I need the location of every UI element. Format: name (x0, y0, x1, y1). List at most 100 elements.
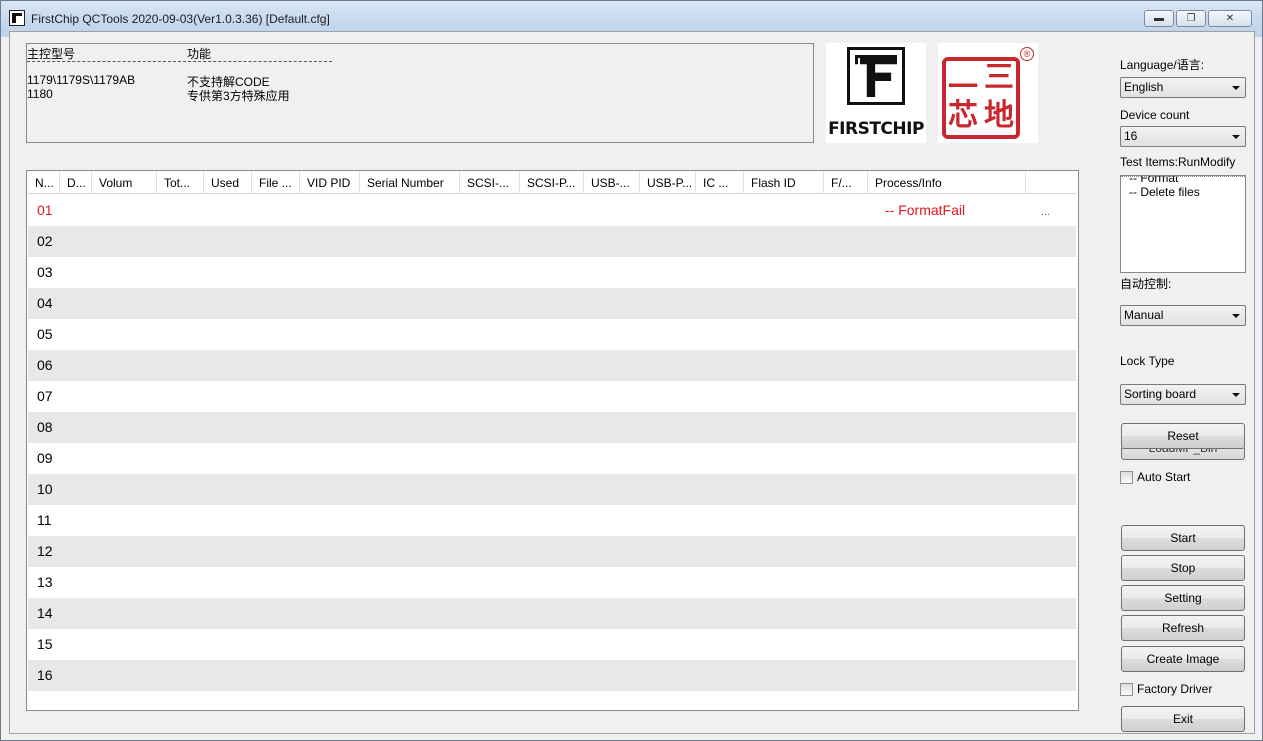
row-number: 10 (37, 481, 53, 497)
row-number: 11 (37, 512, 52, 528)
grid-header: N... D... Volum Tot... Used File ... VID PID Se… (28, 172, 1076, 194)
row-number: 07 (37, 388, 53, 404)
create-image-button[interactable]: Create Image (1121, 646, 1245, 672)
registered-icon: ® (1020, 47, 1034, 61)
column-header[interactable]: Used (204, 172, 252, 194)
column-header[interactable]: Volum (92, 172, 157, 194)
lock-type-label: Lock Type (1120, 354, 1175, 368)
column-header[interactable]: D... (60, 172, 92, 194)
row-number: 14 (37, 605, 53, 621)
refresh-button[interactable]: Refresh (1121, 615, 1245, 641)
table-row[interactable]: 05 (28, 319, 1076, 350)
seal-logo: 三 地 一 芯 ® (938, 43, 1038, 143)
info-header-model: 主控型号 (27, 47, 76, 61)
factory-driver-label: Factory Driver (1137, 682, 1213, 696)
language-select[interactable]: English (1120, 77, 1246, 98)
checkbox-icon[interactable] (1120, 682, 1133, 696)
lock-type-value: Sorting board (1124, 387, 1197, 401)
grid-rows: 01 -- FormatFail... 02 03 04 05 06 07 08 09 10 11 12… (28, 195, 1076, 691)
test-items-list[interactable]: -- Format -- Delete files (1120, 175, 1246, 273)
table-row[interactable]: 07 (28, 381, 1076, 412)
auto-start-checkbox[interactable]: Auto Start (1120, 470, 1190, 484)
test-items-label: Test Items:RunModify (1120, 155, 1236, 169)
info-row-model: 1179\1179S\1179AB (27, 73, 136, 87)
table-row[interactable]: 06 (28, 350, 1076, 381)
chevron-down-icon (1232, 86, 1240, 90)
row-number: 02 (37, 233, 53, 249)
auto-control-label: 自动控制: (1120, 277, 1172, 291)
table-row[interactable]: 11 (28, 505, 1076, 536)
app-icon (9, 10, 25, 26)
device-grid[interactable]: N... D... Volum Tot... Used File ... VID PID Se… (26, 170, 1079, 711)
auto-control-select[interactable]: Manual (1120, 305, 1246, 326)
row-extra: ... (1041, 206, 1051, 218)
table-row[interactable]: 14 (28, 598, 1076, 629)
exit-button[interactable]: Exit (1121, 706, 1245, 732)
column-header[interactable]: Tot... (157, 172, 204, 194)
firstchip-wordmark: FIRSTCHIP (828, 119, 924, 139)
table-row[interactable]: 04 (28, 288, 1076, 319)
info-row-model: 1180 (27, 87, 53, 101)
factory-driver-checkbox[interactable]: Factory Driver (1120, 682, 1212, 696)
table-row[interactable]: 12 (28, 536, 1076, 567)
device-count-select[interactable]: 16 (1120, 126, 1246, 147)
stop-button[interactable]: Stop (1121, 555, 1245, 581)
controller-info-box: 主控型号 功能 1179\1179S\1179AB 不支持解CODE 1180 … (26, 43, 814, 143)
table-row[interactable]: 01 -- FormatFail... (28, 195, 1076, 226)
table-row[interactable]: 02 (28, 226, 1076, 257)
table-row[interactable]: 13 (28, 567, 1076, 598)
row-number: 12 (37, 543, 53, 559)
info-divider (27, 61, 332, 62)
table-row[interactable]: 09 (28, 443, 1076, 474)
checkbox-icon[interactable] (1120, 470, 1133, 484)
column-header[interactable]: Serial Number (360, 172, 460, 194)
row-number: 04 (37, 295, 53, 311)
table-row[interactable]: 16 (28, 660, 1076, 691)
column-header[interactable]: File ... (252, 172, 300, 194)
column-header[interactable]: USB-... (584, 172, 640, 194)
firstchip-f-icon (847, 47, 905, 105)
seal-char: 芯 (948, 98, 978, 133)
lock-type-select[interactable]: Sorting board (1120, 384, 1246, 405)
chevron-down-icon (1232, 314, 1240, 318)
table-row[interactable]: 15 (28, 629, 1076, 660)
column-header[interactable]: IC ... (696, 172, 744, 194)
auto-control-value: Manual (1124, 308, 1164, 322)
row-number: 08 (37, 419, 53, 435)
window-controls: ▬ ❐ ✕ (1144, 10, 1252, 27)
language-value: English (1124, 80, 1164, 94)
close-button[interactable]: ✕ (1208, 10, 1252, 27)
setting-button[interactable]: Setting (1121, 585, 1245, 611)
table-row[interactable]: 08 (28, 412, 1076, 443)
row-number: 09 (37, 450, 53, 466)
list-item[interactable]: -- Delete files (1129, 185, 1245, 199)
reset-button[interactable]: Reset (1121, 423, 1245, 449)
loadmp-bin-button[interactable]: LoadMP_Bin (1121, 448, 1245, 460)
start-button[interactable]: Start (1121, 525, 1245, 551)
column-header[interactable]: F/... (824, 172, 868, 194)
window-title: FirstChip QCTools 2020-09-03(Ver1.0.3.36… (31, 12, 330, 26)
seal-char: 三 (984, 60, 1014, 95)
row-number: 05 (37, 326, 53, 342)
chevron-down-icon (1232, 393, 1240, 397)
column-header[interactable]: Process/Info (868, 172, 1026, 194)
device-count-value: 16 (1124, 129, 1138, 143)
device-count-label: Device count (1120, 108, 1190, 122)
column-header[interactable]: SCSI-P... (520, 172, 584, 194)
column-header[interactable]: Flash ID (744, 172, 824, 194)
column-header[interactable]: USB-P... (640, 172, 696, 194)
row-number: 13 (37, 574, 53, 590)
row-number: 15 (37, 636, 53, 652)
column-header[interactable]: VID PID (300, 172, 360, 194)
column-header[interactable]: SCSI-... (460, 172, 520, 194)
row-process-info: -- FormatFail (885, 202, 966, 218)
minimize-button[interactable]: ▬ (1144, 10, 1174, 27)
seal-char: 地 (984, 98, 1014, 133)
row-number: 03 (37, 264, 53, 280)
table-row[interactable]: 03 (28, 257, 1076, 288)
row-number: 01 (37, 202, 53, 218)
column-header[interactable]: N... (28, 172, 60, 194)
restore-button[interactable]: ❐ (1176, 10, 1206, 27)
row-number: 16 (37, 667, 53, 683)
table-row[interactable]: 10 (28, 474, 1076, 505)
